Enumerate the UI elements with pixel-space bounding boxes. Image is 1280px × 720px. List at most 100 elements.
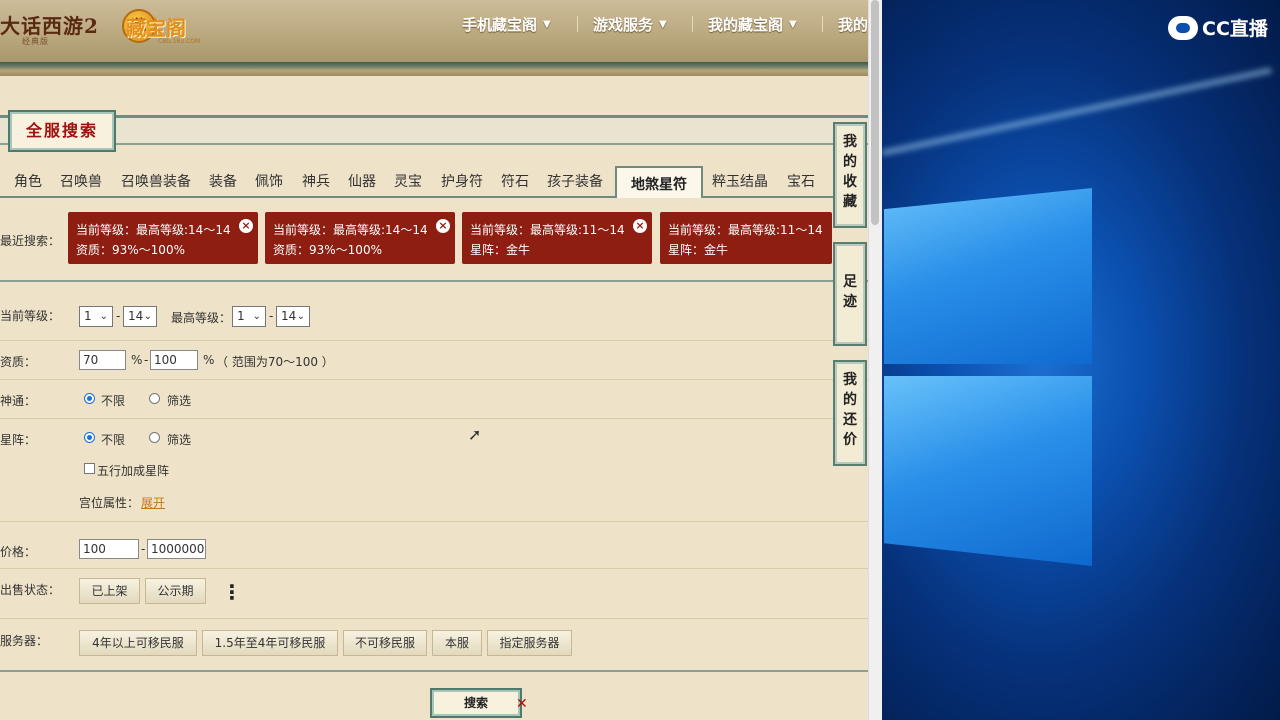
tab-summon[interactable]: 召唤兽: [60, 171, 102, 191]
recent-search-chip[interactable]: 当前等级：最高等级:14～14 资质：93%～100% ×: [265, 212, 455, 264]
server-no-migrate-button[interactable]: 不可移民服: [343, 630, 427, 656]
row-divider: [0, 340, 868, 341]
tab-role[interactable]: 角色: [14, 171, 42, 191]
nav-separator: [822, 16, 823, 32]
side-tab-my-offers[interactable]: 我 的 还 价: [833, 360, 867, 466]
server-specify-button[interactable]: 指定服务器: [487, 630, 572, 656]
aptitude-range-hint: （ 范围为70～100 ）: [216, 355, 334, 369]
price-max-input[interactable]: 1000000: [147, 539, 206, 559]
range-dash: -: [141, 542, 146, 556]
sale-status-listed-button[interactable]: 已上架: [79, 578, 140, 604]
tab-spirit-treasure[interactable]: 灵宝: [394, 171, 422, 191]
current-level-min-select[interactable]: 1 ⌄: [79, 306, 113, 327]
chevron-down-icon: ▼: [659, 18, 667, 30]
header-border: [0, 62, 868, 76]
recent-search-label: 最近搜索：: [0, 234, 61, 248]
side-tab-char: 我: [843, 372, 857, 388]
tab-child-equip[interactable]: 孩子装备: [547, 171, 603, 191]
cc-live-watermark: CC直播: [1168, 14, 1268, 41]
radio-label: 不限: [101, 394, 126, 408]
max-level-min-select[interactable]: 1 ⌄: [232, 306, 266, 327]
nav-label: 我的藏宝阁: [708, 15, 784, 34]
browser-page: 大话西游2 经典版 藏 藏宝阁 CBG.163.COM 手机藏宝阁 ▼ 游戏服务 ▼…: [0, 0, 868, 720]
expand-link[interactable]: 展开: [141, 494, 165, 511]
radio-label: 不限: [101, 433, 126, 447]
recent-search-chip[interactable]: 当前等级：最高等级:11～14 星阵：金牛 ×: [462, 212, 652, 264]
close-icon[interactable]: ×: [436, 219, 450, 233]
panel-header: [0, 115, 868, 145]
tab-dishaxingfu[interactable]: 地煞星符: [615, 166, 703, 198]
tab-immortal-artifact[interactable]: 仙器: [348, 171, 376, 191]
recent-search-chip[interactable]: 当前等级：最高等级:14～14 资质：93%～100% ×: [68, 212, 258, 264]
close-icon: ✕: [516, 696, 528, 712]
row-divider: [0, 418, 868, 419]
chip-line: 当前等级：最高等级:14～14: [76, 223, 231, 237]
tab-amulet[interactable]: 护身符: [441, 171, 483, 191]
checkbox-label: 五行加成星阵: [97, 464, 170, 478]
side-tab-char: 收: [843, 174, 857, 190]
nav-my-cbg[interactable]: 我的藏宝阁 ▼: [708, 14, 797, 34]
sale-status-label: 出售状态：: [0, 583, 61, 597]
panel-title: 全服搜索: [8, 110, 116, 152]
percent-sign: %: [131, 353, 143, 367]
tab-equip[interactable]: 装备: [209, 171, 237, 191]
side-tab-char: 还: [843, 412, 857, 428]
recent-search-chip[interactable]: 当前等级：最高等级:11～14 星阵：金牛: [660, 212, 832, 264]
chevron-down-icon: ▼: [789, 18, 797, 30]
nav-label: 手机藏宝阁: [462, 15, 538, 34]
wuxing-checkbox[interactable]: [84, 463, 95, 474]
current-level-max-select[interactable]: 14 ⌄: [123, 306, 157, 327]
tab-gem[interactable]: 宝石: [787, 171, 815, 191]
nav-label: 游戏服务: [593, 15, 654, 34]
max-level-label: 最高等级：: [171, 311, 232, 325]
side-tab-char: 藏: [843, 194, 857, 210]
max-level-max-select[interactable]: 14 ⌄: [276, 306, 310, 327]
close-icon[interactable]: ×: [633, 219, 647, 233]
current-level-label: 当前等级：: [0, 309, 61, 323]
shentong-filter-radio[interactable]: [149, 393, 160, 404]
price-min-input[interactable]: 100: [79, 539, 139, 559]
tab-summon-equip[interactable]: 召唤兽装备: [121, 171, 191, 191]
side-tab-favorites[interactable]: 我 的 收 藏: [833, 122, 867, 228]
xingzhen-unlimited-radio[interactable]: [84, 432, 95, 443]
light-beam: [882, 67, 1272, 156]
xingzhen-filter-radio[interactable]: [149, 432, 160, 443]
window-logo-pane: [884, 188, 1092, 364]
chip-line: 当前等级：最高等级:14～14: [273, 223, 428, 237]
cc-logo-icon: [1168, 15, 1198, 40]
tab-rune-stone[interactable]: 符石: [501, 171, 529, 191]
scrollbar-thumb[interactable]: [871, 0, 879, 225]
aptitude-max-input[interactable]: 100: [150, 350, 198, 370]
server-this-button[interactable]: 本服: [432, 630, 482, 656]
tab-divine-weapon[interactable]: 神兵: [302, 171, 330, 191]
chevron-down-icon: ▼: [543, 18, 551, 30]
game-logo-subtitle: 经典版: [22, 37, 49, 46]
nav-game-service[interactable]: 游戏服务 ▼: [593, 14, 667, 34]
search-button[interactable]: 搜索: [430, 688, 522, 718]
side-tab-char: 足: [843, 274, 857, 290]
select-value: 1: [237, 309, 245, 323]
game-logo[interactable]: 大话西游2 经典版: [0, 10, 99, 46]
cc-logo-text: CC直播: [1202, 18, 1268, 40]
close-icon[interactable]: ×: [239, 219, 253, 233]
section-divider: [0, 280, 868, 282]
server-4yr-button[interactable]: 4年以上可移民服: [79, 630, 197, 656]
side-tab-char: 的: [843, 154, 857, 170]
aptitude-min-input[interactable]: 70: [79, 350, 126, 370]
cbg-logo[interactable]: 藏 藏宝阁 CBG.163.COM: [122, 8, 200, 45]
server-1-5yr-button[interactable]: 1.5年至4年可移民服: [202, 630, 338, 656]
side-tab-footprint[interactable]: 足 迹: [833, 242, 867, 346]
range-dash: -: [269, 309, 274, 323]
chip-line: 资质：93%～100%: [76, 243, 185, 257]
aptitude-label: 资质：: [0, 355, 37, 369]
row-divider: [0, 568, 868, 569]
server-label: 服务器：: [0, 634, 49, 648]
tab-jade-crystal[interactable]: 粹玉结晶: [712, 171, 768, 191]
more-options-icon[interactable]: ⋮: [222, 580, 242, 604]
nav-my-more[interactable]: 我的: [838, 14, 868, 34]
sale-status-publicity-button[interactable]: 公示期: [145, 578, 206, 604]
nav-mobile-cbg[interactable]: 手机藏宝阁 ▼: [462, 14, 551, 34]
shentong-unlimited-radio[interactable]: [84, 393, 95, 404]
row-divider: [0, 618, 868, 619]
tab-accessory[interactable]: 佩饰: [255, 171, 283, 191]
